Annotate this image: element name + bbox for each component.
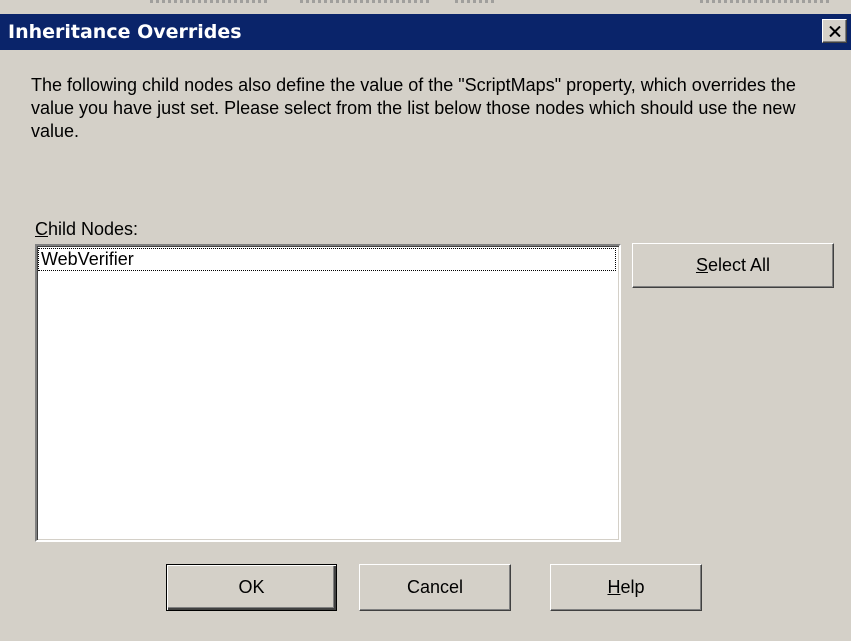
- dialog-title: Inheritance Overrides: [8, 21, 242, 43]
- cancel-button[interactable]: Cancel: [359, 564, 511, 611]
- child-nodes-label-text: hild Nodes:: [48, 219, 139, 239]
- help-label: elp: [620, 577, 645, 597]
- override-message: The following child nodes also define th…: [31, 75, 796, 141]
- list-item[interactable]: WebVerifier: [38, 248, 616, 271]
- help-mnemonic: H: [607, 577, 621, 597]
- help-button[interactable]: Help: [550, 564, 702, 611]
- dialog-titlebar[interactable]: Inheritance Overrides: [0, 14, 851, 50]
- ok-button[interactable]: OK: [166, 564, 337, 611]
- close-icon: [828, 25, 841, 37]
- ok-label: OK: [238, 577, 265, 597]
- close-button[interactable]: [822, 19, 847, 43]
- select-all-button[interactable]: Select All: [632, 243, 834, 288]
- select-all-mnemonic: S: [695, 255, 708, 275]
- background-window-strip: [0, 0, 851, 9]
- child-nodes-label: Child Nodes:: [35, 218, 138, 240]
- select-all-label: elect All: [707, 255, 771, 275]
- child-nodes-label-mnemonic: C: [35, 219, 48, 239]
- child-nodes-listbox[interactable]: WebVerifier: [35, 244, 621, 542]
- cancel-label: Cancel: [406, 577, 464, 597]
